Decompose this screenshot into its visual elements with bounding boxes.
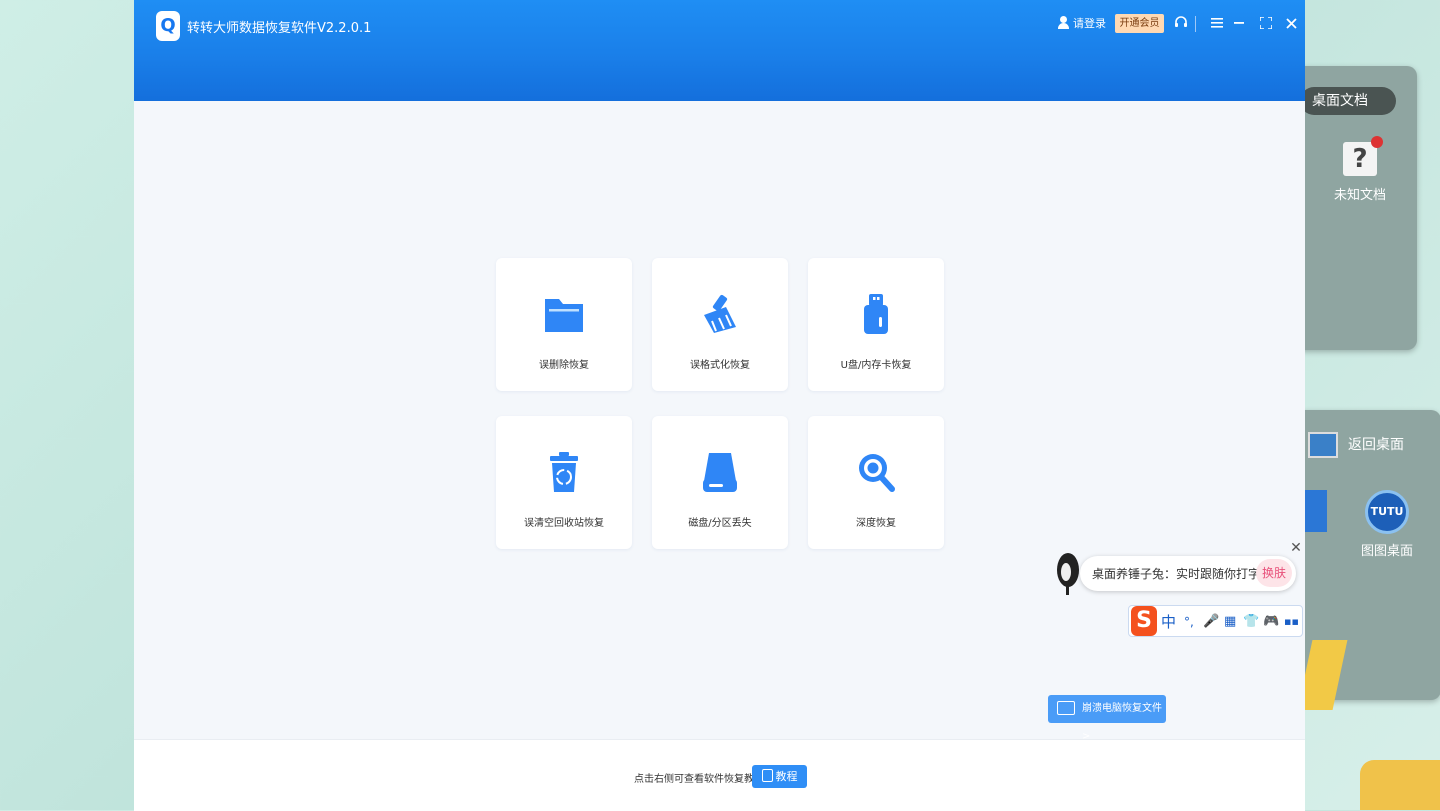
ime-microphone-icon[interactable]: 🎤	[1203, 612, 1219, 632]
titlebar: Q 转转大师数据恢复软件V2.2.0.1 请登录 开通会员	[134, 0, 1305, 101]
open-vip-button[interactable]: 开通会员	[1115, 14, 1164, 33]
book-icon	[761, 769, 773, 782]
ime-promo-popup: 桌面养锤子兔：实时跟随你打字 换肤	[1080, 556, 1296, 591]
unknown-doc-shortcut[interactable]: ? 未知文档	[1330, 136, 1390, 203]
unknown-file-icon: ?	[1343, 136, 1383, 176]
app-window: Q 转转大师数据恢复软件V2.2.0.1 请登录 开通会员 误删除恢复 误格式化…	[134, 0, 1305, 811]
ime-toolbar: S 中 °, 🎤 ▦ 👕 🎮 ▪▪	[1128, 605, 1303, 637]
ime-punctuation-icon[interactable]: °,	[1184, 612, 1194, 632]
back-to-desktop-label: 返回桌面	[1348, 437, 1404, 453]
minimize-icon[interactable]	[1230, 13, 1248, 35]
ime-toolbox-icon[interactable]: ▪▪	[1284, 612, 1299, 632]
mode-card-format[interactable]: 误格式化恢复	[652, 258, 788, 391]
ime-chinese-mode-icon[interactable]: 中	[1161, 612, 1176, 632]
close-icon[interactable]	[1282, 13, 1300, 35]
tutorial-button[interactable]: 教程	[752, 765, 807, 788]
unknown-doc-label: 未知文档	[1333, 188, 1386, 203]
broom-icon	[700, 293, 740, 335]
mode-label: 误格式化恢复	[690, 360, 750, 371]
sogou-logo-icon[interactable]: S	[1131, 606, 1157, 636]
menu-icon[interactable]	[1208, 13, 1226, 35]
recycle-bin-icon	[544, 451, 584, 493]
crash-recovery-button[interactable]: 崩溃电脑恢复文件 >	[1048, 695, 1166, 742]
mode-label: 深度恢复	[856, 518, 896, 529]
ime-skin-icon[interactable]: 👕	[1243, 612, 1259, 632]
login-label: 请登录	[1073, 17, 1106, 30]
folder-icon	[544, 293, 584, 335]
rabbit-mascot-icon[interactable]	[1054, 550, 1082, 596]
ime-keyboard-icon[interactable]: ▦	[1224, 612, 1236, 632]
monitor-recovery-icon	[1057, 701, 1075, 715]
mode-label: 误删除恢复	[539, 360, 589, 371]
titlebar-divider	[1195, 16, 1196, 32]
mode-card-partition[interactable]: 磁盘/分区丢失	[652, 416, 788, 549]
tutorial-hint: 点击右侧可查看软件恢复教程	[634, 774, 764, 785]
mode-card-deep[interactable]: 深度恢复	[808, 416, 944, 549]
mode-card-recycle-bin[interactable]: 误清空回收站恢复	[496, 416, 632, 549]
app-title: 转转大师数据恢复软件V2.2.0.1	[187, 21, 372, 36]
monitor-icon	[1308, 432, 1338, 458]
change-skin-button[interactable]: 换肤	[1256, 559, 1292, 587]
usb-drive-icon	[856, 293, 896, 335]
login-link[interactable]: 请登录	[1058, 15, 1106, 31]
ime-promo-text: 桌面养锤子兔：实时跟随你打字	[1092, 567, 1261, 581]
headset-icon[interactable]	[1172, 13, 1190, 35]
mode-label: 磁盘/分区丢失	[688, 518, 752, 529]
app-logo-icon: Q	[156, 11, 180, 41]
tutu-desktop-shortcut[interactable]: TUTU 图图桌面	[1352, 490, 1422, 559]
ime-popup-close-icon[interactable]: ✕	[1289, 540, 1303, 556]
desktop-folder-tag[interactable]: 桌面文档	[1300, 87, 1396, 115]
back-to-desktop-shortcut[interactable]: 返回桌面	[1308, 432, 1428, 458]
maximize-icon[interactable]	[1257, 13, 1275, 35]
user-icon	[1058, 16, 1069, 29]
footer: 点击右侧可查看软件恢复教程 教程	[134, 739, 1305, 811]
mode-label: 误清空回收站恢复	[524, 518, 604, 529]
tutu-logo-icon: TUTU	[1365, 490, 1409, 534]
desktop-app-icon	[1305, 490, 1327, 532]
mode-label: U盘/内存卡恢复	[840, 360, 912, 371]
ime-game-icon[interactable]: 🎮	[1263, 612, 1279, 632]
magnifier-icon	[856, 451, 896, 493]
tutu-desktop-label: 图图桌面	[1360, 544, 1413, 559]
wallpaper-decoration	[1360, 760, 1440, 810]
mode-card-usb[interactable]: U盘/内存卡恢复	[808, 258, 944, 391]
main-content: 误删除恢复 误格式化恢复 U盘/内存卡恢复 误清空回收站恢复 磁盘/分区丢失 深…	[134, 101, 1305, 739]
mode-card-deleted[interactable]: 误删除恢复	[496, 258, 632, 391]
tutorial-label: 教程	[775, 770, 798, 783]
hard-disk-icon	[700, 451, 740, 493]
